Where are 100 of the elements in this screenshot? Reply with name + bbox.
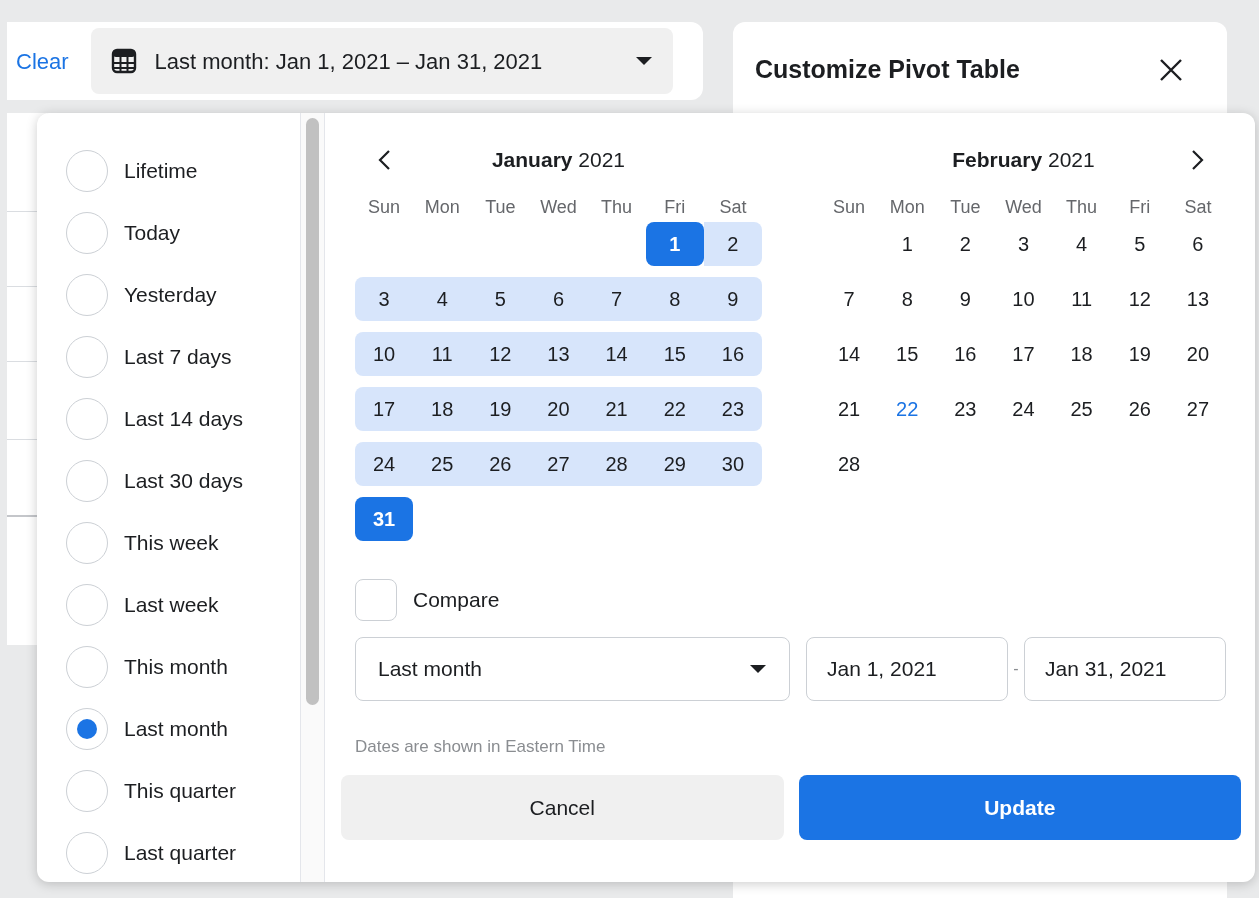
preset-option[interactable]: Lifetime	[66, 140, 300, 202]
calendar-day[interactable]: 26	[471, 442, 530, 486]
calendar-day[interactable]: 15	[645, 332, 704, 376]
calendar-day[interactable]: 11	[413, 332, 472, 376]
weekday-label: Mon	[888, 196, 926, 218]
update-button[interactable]: Update	[798, 775, 1241, 840]
calendar-day[interactable]: 3	[355, 277, 414, 321]
preset-option[interactable]: Last 7 days	[66, 326, 300, 388]
calendar-day[interactable]: 25	[1052, 387, 1111, 431]
weekday-label: Fri	[1128, 196, 1152, 218]
calendar-day[interactable]: 8	[878, 277, 937, 321]
date-range-button[interactable]: Last month: Jan 1, 2021 – Jan 31, 2021	[90, 28, 673, 94]
calendar-day[interactable]: 10	[355, 332, 414, 376]
calendar-day[interactable]: 2	[936, 222, 995, 266]
calendar-day[interactable]: 17	[994, 332, 1053, 376]
range-dropdown[interactable]: Last month	[355, 637, 790, 701]
date-separator: -	[1012, 659, 1020, 679]
timezone-note: Dates are shown in Eastern Time	[355, 737, 607, 757]
calendar-day[interactable]: 27	[529, 442, 588, 486]
panel-title: Customize Pivot Table	[755, 54, 1020, 86]
calendar-day[interactable]: 18	[413, 387, 472, 431]
calendar-day[interactable]: 12	[1110, 277, 1169, 321]
calendar-day[interactable]: 7	[587, 277, 646, 321]
calendar-day[interactable]: 26	[1110, 387, 1169, 431]
preset-option[interactable]: Last 30 days	[66, 450, 300, 512]
calendar-day[interactable]: 22	[878, 387, 937, 431]
calendar-day[interactable]: 15	[878, 332, 937, 376]
calendar-day[interactable]: 5	[471, 277, 530, 321]
calendar-day[interactable]: 6	[529, 277, 588, 321]
calendar-day[interactable]: 16	[703, 332, 762, 376]
calendar-day[interactable]: 1	[878, 222, 937, 266]
calendar-day[interactable]: 21	[820, 387, 879, 431]
weekday-label: Tue	[949, 196, 982, 218]
calendar-day[interactable]: 13	[529, 332, 588, 376]
preset-option[interactable]: Last quarter	[66, 822, 300, 882]
calendar-day[interactable]: 25	[413, 442, 472, 486]
calendar-day[interactable]: 8	[645, 277, 704, 321]
calendar-day[interactable]: 28	[820, 442, 879, 486]
calendar-day[interactable]: 3	[994, 222, 1053, 266]
calendar-day[interactable]: 9	[703, 277, 762, 321]
calendar-day[interactable]: 4	[1052, 222, 1111, 266]
calendar-day[interactable]: 17	[355, 387, 414, 431]
close-icon[interactable]	[1159, 58, 1183, 82]
checkbox[interactable]	[355, 579, 397, 621]
preset-option[interactable]: This month	[66, 636, 300, 698]
calendar-day[interactable]: 30	[703, 442, 762, 486]
month-title: January 2021	[491, 147, 626, 174]
calendar-day[interactable]: 22	[645, 387, 704, 431]
calendar-day[interactable]: 20	[529, 387, 588, 431]
cancel-button[interactable]: Cancel	[341, 775, 784, 840]
calendar-day[interactable]: 29	[645, 442, 704, 486]
weekday-label: Wed	[539, 196, 578, 218]
calendar-day[interactable]: 24	[994, 387, 1053, 431]
preset-option[interactable]: Last 14 days	[66, 388, 300, 450]
calendar-day[interactable]: 24	[355, 442, 414, 486]
clear-link[interactable]: Clear	[16, 44, 69, 78]
chevron-right-icon[interactable]	[1191, 149, 1205, 171]
caret-icon	[749, 664, 767, 674]
calendar-day[interactable]: 12	[471, 332, 530, 376]
scrollbar-thumb[interactable]	[306, 118, 319, 705]
calendar-day[interactable]: 14	[587, 332, 646, 376]
weekday-label: Sat	[1183, 196, 1213, 218]
weekday-label: Wed	[1004, 196, 1043, 218]
calendar-day[interactable]: 5	[1110, 222, 1169, 266]
calendar-day[interactable]: 9	[936, 277, 995, 321]
calendar-day[interactable]: 13	[1168, 277, 1227, 321]
calendar-day[interactable]: 23	[936, 387, 995, 431]
preset-option[interactable]: Last week	[66, 574, 300, 636]
end-date-field[interactable]: Jan 31, 2021	[1024, 637, 1226, 701]
calendar-day[interactable]: 16	[936, 332, 995, 376]
calendar-day[interactable]: 23	[703, 387, 762, 431]
calendar-day[interactable]: 11	[1052, 277, 1111, 321]
calendar-day[interactable]: 7	[820, 277, 879, 321]
calendar-day[interactable]: 19	[1110, 332, 1169, 376]
calendar-day[interactable]: 1	[645, 222, 704, 266]
calendar-day[interactable]: 27	[1168, 387, 1227, 431]
weekday-label: Fri	[663, 196, 687, 218]
preset-option[interactable]: Yesterday	[66, 264, 300, 326]
weekday-label: Thu	[600, 196, 634, 218]
preset-option[interactable]: This quarter	[66, 760, 300, 822]
calendar-day[interactable]: 20	[1168, 332, 1227, 376]
calendar-day[interactable]: 6	[1168, 222, 1227, 266]
calendar-day[interactable]: 10	[994, 277, 1053, 321]
compare-label: Compare	[413, 587, 500, 614]
calendar-day[interactable]: 2	[703, 222, 762, 266]
calendar-day[interactable]: 21	[587, 387, 646, 431]
preset-option[interactable]: This week	[66, 512, 300, 574]
month-title: February 2021	[952, 147, 1095, 174]
calendar-day[interactable]: 19	[471, 387, 530, 431]
calendar-day[interactable]: 28	[587, 442, 646, 486]
chevron-left-icon[interactable]	[377, 149, 391, 171]
calendar-day[interactable]: 14	[820, 332, 879, 376]
weekday-label: Sun	[367, 196, 402, 218]
preset-option[interactable]: Last month	[66, 698, 300, 760]
calendar-day[interactable]: 18	[1052, 332, 1111, 376]
calendar-day[interactable]: 31	[355, 497, 414, 541]
calendar-day[interactable]: 4	[413, 277, 472, 321]
preset-option[interactable]: Today	[66, 202, 300, 264]
weekday-label: Mon	[423, 196, 461, 218]
start-date-field[interactable]: Jan 1, 2021	[806, 637, 1008, 701]
